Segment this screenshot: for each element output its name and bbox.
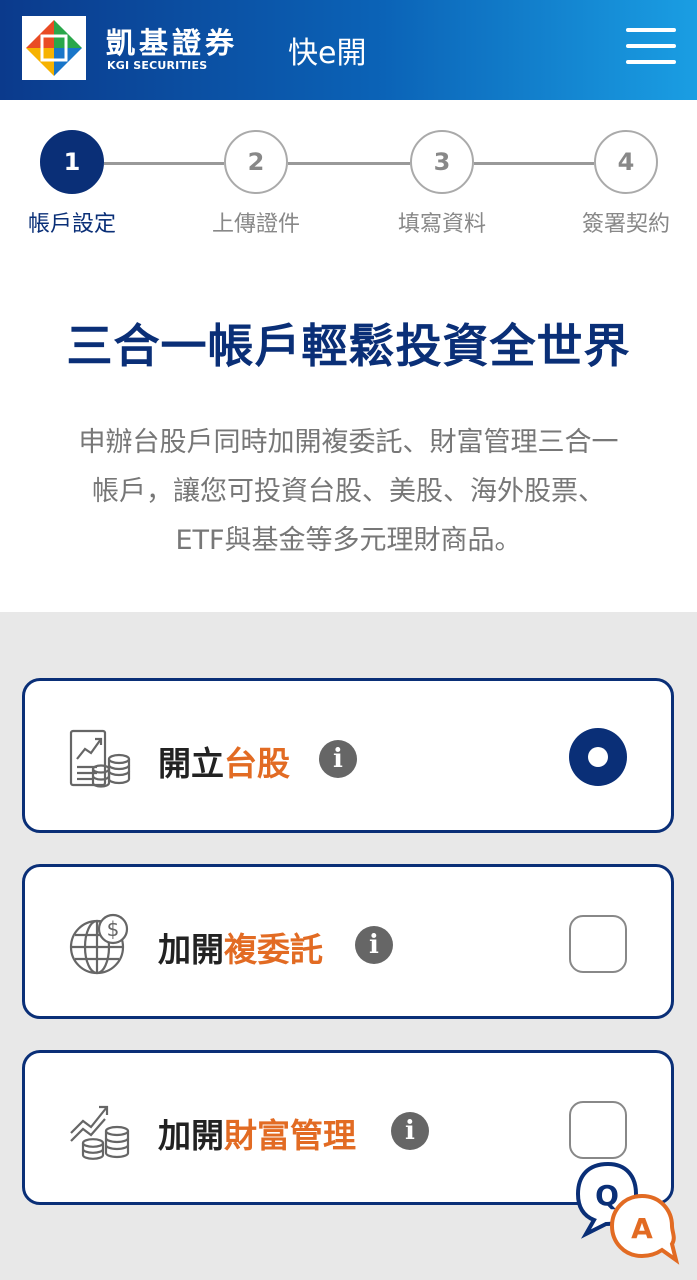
step-4-label: 簽署契約: [581, 212, 670, 237]
step-2-label: 上傳證件: [211, 212, 300, 237]
step-4-circle[interactable]: 4: [594, 130, 658, 194]
wealth-management-checkbox[interactable]: [569, 1101, 627, 1159]
stock-chart-coins-icon: [67, 725, 133, 791]
info-icon[interactable]: i: [355, 926, 393, 964]
qa-chat-button[interactable]: Q A: [572, 1160, 687, 1270]
option-prefix: 開立: [158, 744, 224, 783]
page-description: 申辦台股戶同時加開複委託、財富管理三合一 帳戶，讓您可投資台股、美股、海外股票、…: [20, 418, 677, 565]
option-highlight: 複委託: [224, 930, 323, 969]
step-1-label: 帳戶設定: [27, 212, 116, 237]
option-title: 開立台股: [158, 737, 290, 785]
sub-brokerage-checkbox[interactable]: [569, 915, 627, 973]
description-line: ETF與基金等多元理財商品。: [175, 525, 522, 556]
description-line: 申辦台股戶同時加開複委託、財富管理三合一: [78, 427, 619, 458]
option-prefix: 加開: [158, 930, 224, 969]
option-title: 加開複委託: [158, 923, 323, 971]
globe-dollar-icon: $: [67, 911, 133, 977]
growth-coins-icon: [67, 1097, 133, 1163]
step-connector: [474, 162, 594, 165]
option-highlight: 財富管理: [224, 1116, 356, 1155]
info-icon[interactable]: i: [391, 1112, 429, 1150]
taiwan-stock-radio[interactable]: [569, 728, 627, 786]
description-line: 帳戶，讓您可投資台股、美股、海外股票、: [92, 476, 605, 507]
step-2-circle[interactable]: 2: [224, 130, 288, 194]
option-highlight: 台股: [224, 744, 290, 783]
step-connector: [288, 162, 410, 165]
svg-text:$: $: [107, 917, 120, 941]
app-header: 凱基證券 KGI SECURITIES 快e開: [0, 0, 697, 100]
qa-q-letter: Q: [595, 1179, 619, 1212]
option-title: 加開財富管理: [158, 1109, 356, 1157]
qa-a-letter: A: [631, 1212, 653, 1245]
step-1-circle[interactable]: 1: [40, 130, 104, 194]
page-headline: 三合一帳戶輕鬆投資全世界: [66, 319, 631, 373]
step-connector: [104, 162, 224, 165]
brand-name-cn: 凱基證券: [106, 26, 239, 60]
brand-name-en: KGI SECURITIES: [107, 59, 208, 72]
info-icon[interactable]: i: [319, 740, 357, 778]
option-card-sub-brokerage[interactable]: $ 加開複委託 i: [22, 864, 674, 1019]
step-3-label: 填寫資料: [397, 212, 486, 237]
step-3-circle[interactable]: 3: [410, 130, 474, 194]
option-prefix: 加開: [158, 1116, 224, 1155]
kgi-logo-icon: [22, 16, 86, 80]
option-card-taiwan-stock[interactable]: 開立台股 i: [22, 678, 674, 833]
hamburger-menu-icon[interactable]: [626, 28, 676, 64]
app-title: 快e開: [288, 36, 367, 71]
